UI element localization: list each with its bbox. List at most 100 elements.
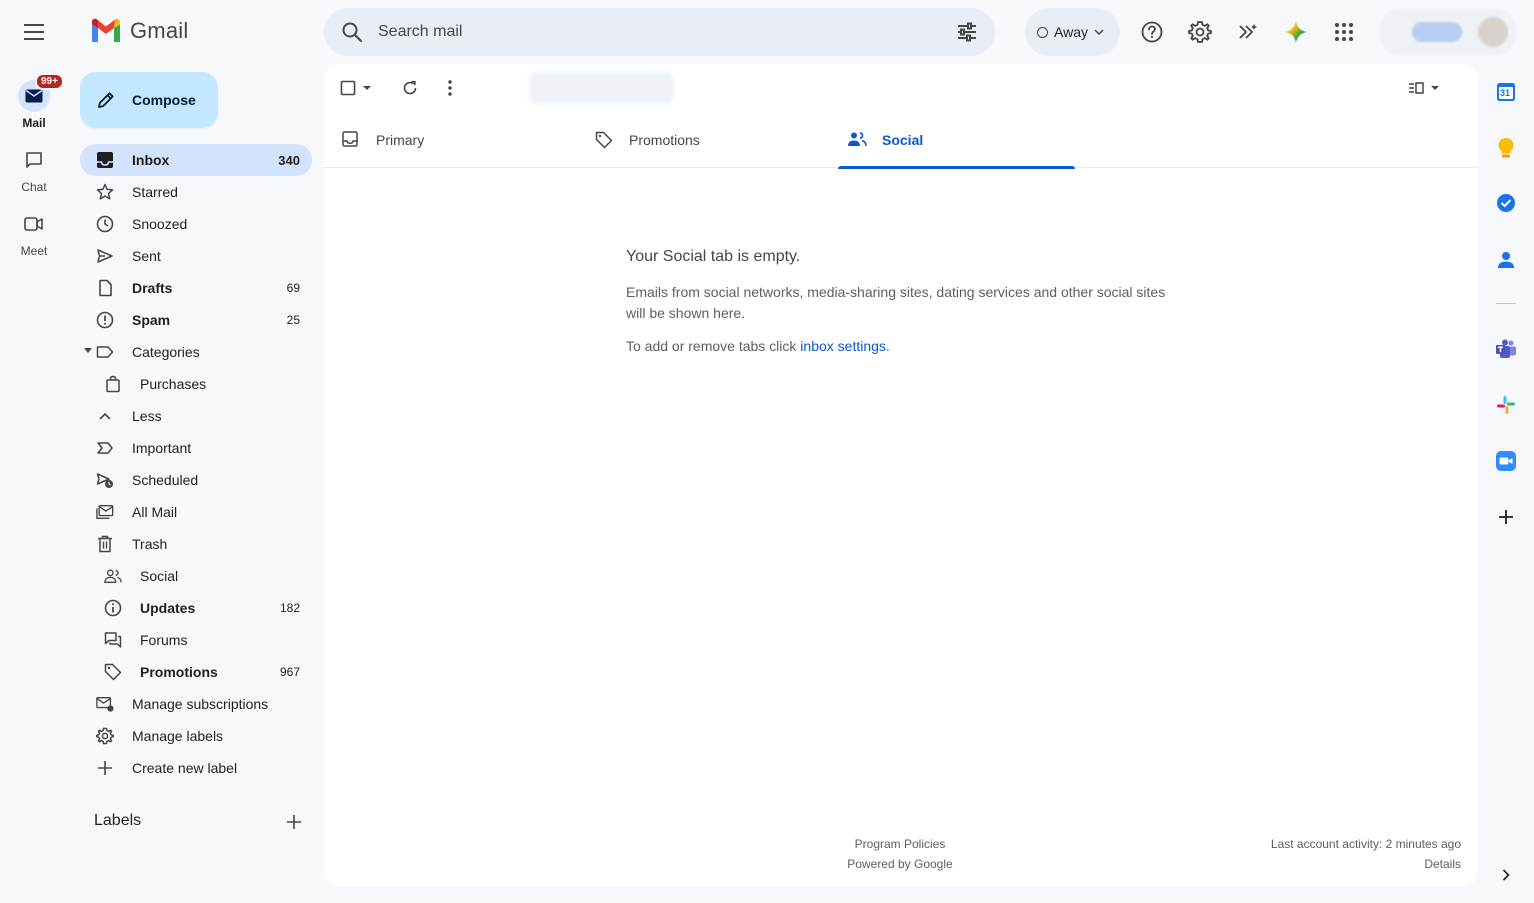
plus-icon [287,815,301,829]
sidebar-item-manage-subscriptions[interactable]: Manage subscriptions [80,688,312,720]
more-actions-button[interactable] [434,76,466,100]
side-panel-divider [1496,303,1516,304]
sidebar-item-drafts[interactable]: Drafts 69 [80,272,312,304]
logo-text: Gmail [130,18,189,43]
account-activity: Last account activity: 2 minutes ago Det… [1271,834,1461,874]
sidebar-item-updates[interactable]: Updates 182 [80,592,312,624]
settings-button[interactable] [1180,12,1220,52]
split-pane-icon [1409,82,1424,94]
sidebar-item-spam[interactable]: Spam 25 [80,304,312,336]
search-input[interactable] [378,8,938,56]
trash-icon [98,535,112,553]
info-icon [104,599,122,617]
contacts-person-icon [1498,252,1514,268]
refresh-button[interactable] [394,76,426,100]
sidebar-item-label: All Mail [132,504,178,520]
sidebar-item-manage-labels[interactable]: Manage labels [80,720,312,752]
sidebar-item-forums[interactable]: Forums [80,624,312,656]
zoom-addon-button[interactable] [1492,447,1520,475]
search-bar [324,8,995,56]
unread-count: 69 [286,281,300,295]
search-icon[interactable] [340,20,364,44]
create-label-button[interactable] [282,810,306,834]
sidebar-item-purchases[interactable]: Purchases [80,368,312,400]
sidebar-item-all-mail[interactable]: All Mail [80,496,312,528]
support-button[interactable] [1132,12,1172,52]
split-pane-toggle[interactable] [1404,76,1444,100]
sidebar-item-label: Updates [140,600,196,616]
sidebar-item-starred[interactable]: Starred [80,176,312,208]
sidebar-item-trash[interactable]: Trash [80,528,312,560]
slack-addon-button[interactable] [1492,391,1520,419]
hamburger-icon [24,24,44,40]
label-icon [96,346,114,358]
teams-addon-button[interactable] [1492,335,1520,363]
sidebar-item-snoozed[interactable]: Snoozed [80,208,312,240]
help-icon [1141,21,1163,43]
sidebar-item-categories[interactable]: Categories [80,336,312,368]
account-switcher[interactable] [1378,8,1518,56]
get-addons-button[interactable] [1492,503,1520,531]
sidebar-item-create-label[interactable]: Create new label [80,752,312,784]
compose-button[interactable]: Compose [80,72,218,128]
tab-label: Primary [376,132,425,148]
sidebar-item-label: Sent [132,248,161,264]
tab-social[interactable]: Social [838,112,1075,169]
details-link[interactable]: Details [1271,854,1461,874]
inbox-tabs: Primary Promotions Social [324,112,1478,169]
sidebar-item-inbox[interactable]: Inbox 340 [80,144,312,176]
sidebar-item-label: Create new label [132,760,238,776]
tab-promotions[interactable]: Promotions [577,112,814,168]
gmail-logo[interactable]: Gmail [90,18,188,44]
rail-chat[interactable]: Chat [0,144,68,194]
all-mail-icon [96,505,114,519]
avatar [1478,17,1508,47]
expand-caret-icon[interactable] [84,348,92,353]
chevron-up-icon [99,412,111,420]
sidebar-item-important[interactable]: Important [80,432,312,464]
important-icon [97,442,113,454]
sidebar-item-label: Manage subscriptions [132,696,269,712]
main-panel: Primary Promotions Social Your Social ta… [324,64,1478,886]
show-side-panel-button[interactable] [1492,861,1520,889]
google-apps-button[interactable] [1324,12,1364,52]
status-circle-icon [1037,26,1048,38]
gear-icon [96,727,114,745]
tag-icon [595,131,613,149]
search-options-icon[interactable] [955,20,979,44]
unread-count: 182 [279,601,300,615]
sidebar-item-less[interactable]: Less [80,400,312,432]
tasks-check-icon [1497,194,1515,212]
inbox-settings-link[interactable]: inbox settings [800,338,886,354]
footer-links: Program Policies Powered by Google [794,834,1006,874]
sidebar-item-promotions[interactable]: Promotions 967 [80,656,312,688]
tasks-app-button[interactable] [1492,189,1520,217]
tab-primary[interactable]: Primary [324,112,561,168]
select-all-checkbox[interactable] [338,76,374,100]
contacts-app-button[interactable] [1492,246,1520,274]
sidebar-item-label: Inbox [132,152,170,168]
program-policies-link[interactable]: Program Policies [794,834,1006,854]
status-dropdown[interactable]: Away [1025,8,1120,56]
sidebar-item-social[interactable]: Social [80,560,312,592]
calendar-app-button[interactable]: 31 [1492,78,1520,106]
unread-badge: 99+ [35,73,64,90]
compose-label: Compose [132,92,196,108]
rail-meet[interactable]: Meet [0,208,68,258]
status-label: Away [1054,24,1088,40]
sidebar-item-sent[interactable]: Sent [80,240,312,272]
keep-app-button[interactable] [1492,134,1520,162]
labels-heading: Labels [94,812,142,829]
empty-title: Your Social tab is empty. [626,248,801,265]
sidebar-item-label: Drafts [132,280,173,296]
star-icon [96,183,114,200]
main-menu-button[interactable] [14,12,54,52]
powered-by-text: Powered by Google [847,857,953,871]
sidebar-item-scheduled[interactable]: Scheduled [80,464,312,496]
gemini-button[interactable] [1276,12,1316,52]
gemini-workspace-button[interactable] [1228,12,1268,52]
rail-mail[interactable]: 99+ Mail [0,73,68,130]
apps-grid-icon [1335,23,1353,41]
chevron-right-icon [1502,869,1510,881]
gemini-icon [1285,21,1307,43]
